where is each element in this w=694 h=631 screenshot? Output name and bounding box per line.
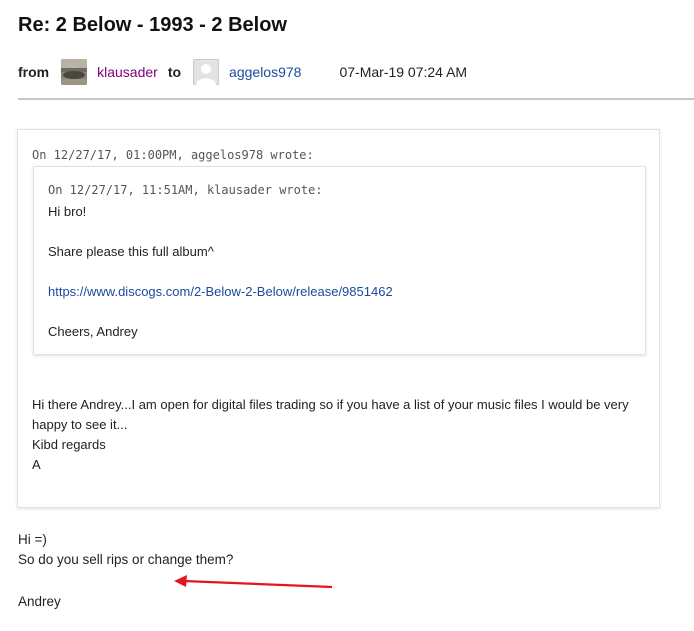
message-line: Hi =) [18,532,47,547]
message-title: Re: 2 Below - 1993 - 2 Below [18,14,287,36]
outer-quote: On 12/27/17, 01:00PM, aggelos978 wrote: … [17,129,660,508]
reply-line: Hi there Andrey...I am open for digital … [32,397,629,432]
inner-quote-line: Cheers, Andrey [48,324,138,339]
header-divider [18,98,694,100]
message-meta: from klausader to aggelos978 07-Mar-19 0… [18,58,467,86]
reply-line: A [32,457,41,472]
inner-quote-line: Hi bro! [48,204,87,219]
message-page: Re: 2 Below - 1993 - 2 Below from klausa… [0,0,694,631]
sender-avatar[interactable] [61,59,88,85]
inner-quote: On 12/27/17, 11:51AM, klausader wrote: H… [33,166,646,355]
recipient-link[interactable]: aggelos978 [229,64,301,80]
inner-quote-header: On 12/27/17, 11:51AM, klausader wrote: [48,183,323,197]
inner-quote-line: Share please this full album^ [48,244,214,259]
reply-line: Kibd regards [32,437,106,452]
recipient-avatar[interactable] [193,59,220,85]
outer-quote-header: On 12/27/17, 01:00PM, aggelos978 wrote: [32,148,314,162]
message-signature: Andrey [18,594,61,609]
message-line: So do you sell rips or change them? [18,552,234,567]
from-label: from [18,64,50,80]
outer-quote-reply: Hi there Andrey...I am open for digital … [32,395,644,475]
message-date: 07-Mar-19 07:24 AM [339,64,468,80]
sender-link[interactable]: klausader [97,64,158,80]
to-label: to [167,64,182,80]
discogs-link[interactable]: https://www.discogs.com/2-Below-2-Below/… [48,284,393,299]
red-arrow-annotation [174,575,333,589]
